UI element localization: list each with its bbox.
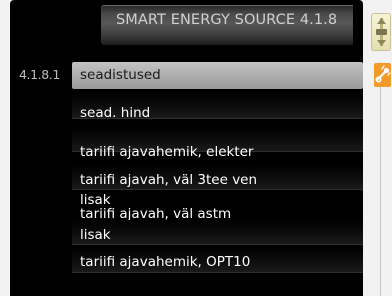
scroll-track[interactable] [380, 62, 381, 296]
scroll-up-icon[interactable] [371, 13, 391, 51]
menu-item-tariifi-opt10[interactable]: tariifi ajavahemik, OPT10 [80, 254, 250, 270]
scroll-cap-graphic [376, 18, 387, 46]
page-title: SMART ENERGY SOURCE 4.1.8 [116, 12, 338, 28]
scroll-thumb-graphic [375, 65, 391, 83]
settings-icon[interactable] [374, 63, 391, 87]
menu-item-number: 4.1.8.1 [19, 67, 60, 82]
menu-item-tariifi-3tee-line1[interactable]: tariifi ajavah, väl 3tee ven [80, 172, 257, 188]
screen: SMART ENERGY SOURCE 4.1.8 4.1.8.1 seadis… [0, 0, 392, 296]
menu-item-seadistused[interactable]: seadistused [80, 67, 161, 83]
menu-item-tariifi-astm-line2[interactable]: lisak [80, 227, 111, 243]
menu-item-sead-hind[interactable]: sead. hind [80, 105, 150, 121]
menu-row[interactable] [72, 220, 363, 245]
menu-item-tariifi-ajavahemik-elekter[interactable]: tariifi ajavahemik, elekter [80, 144, 253, 160]
